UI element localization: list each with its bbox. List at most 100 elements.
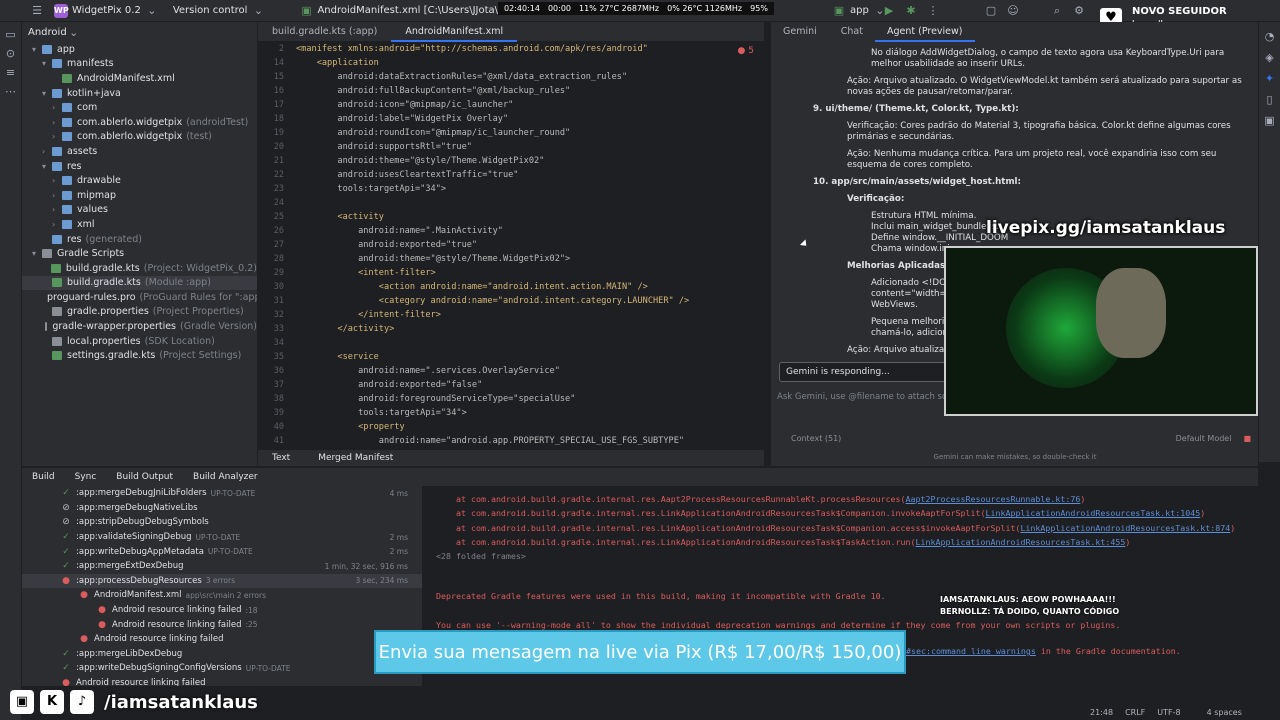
tree-item[interactable]: local.properties (SDK Location) [22,334,257,349]
run-icon[interactable]: ▶ [882,4,896,17]
build-task-row[interactable]: ✓:app:writeDebugAppMetadata UP-TO-DATE 2 m… [22,544,422,559]
stop-icon[interactable]: ■ [1243,434,1251,443]
cursor-position[interactable]: 21:48 [1090,708,1113,717]
chevron-icon[interactable]: ▾ [32,45,42,54]
context-button[interactable]: Context (51) [791,434,841,443]
build-task-row[interactable]: ⊘:app:mergeDebugNativeLibs [22,501,422,516]
structure-icon[interactable]: ≡ [4,66,18,79]
frame-link[interactable]: LinkApplicationAndroidResourcesTask.kt:4… [916,537,1126,547]
gemini-prompt-input[interactable]: Ask Gemini, use @filename to attach sour… [777,392,966,402]
doc-link[interactable]: #sec:command_line_warnings [906,646,1036,656]
build-task-row[interactable]: ● Android resource linking failed [22,632,422,647]
notifications-icon[interactable]: ◔ [1263,30,1277,43]
main-menu-icon[interactable]: ☰ [30,4,44,17]
tab-text[interactable]: Text [258,453,304,463]
build-task-row[interactable]: ✓:app:mergeDebugJniLibFolders UP-TO-DATE 4… [22,486,422,501]
tree-item[interactable]: gradle.properties (Project Properties) [22,305,257,320]
chevron-icon[interactable]: ▾ [42,59,52,68]
debug-icon[interactable]: ✱ [904,4,918,17]
tab-build[interactable]: Build [22,472,65,482]
tab-sync[interactable]: Sync [65,472,107,482]
profile-icon[interactable]: ☺ [1006,4,1020,17]
chevron-icon[interactable]: ▾ [42,89,52,98]
build-task-row[interactable]: ✓:app:mergeLibDexDebug [22,647,422,662]
project-selector[interactable]: WP WidgetPix 0.2 ⌄ [54,3,159,18]
code-area[interactable]: <manifest xmlns:android="http://schemas.… [296,42,756,448]
indent-setting[interactable]: 4 spaces [1207,708,1242,717]
device-manager-icon[interactable]: ▢ [984,4,998,17]
commit-icon[interactable]: ⊙ [4,47,18,60]
tab-build-output[interactable]: Build Output [106,472,183,482]
file-encoding[interactable]: UTF-8 [1157,708,1180,717]
run-config[interactable]: ▣ app ⌄ [832,4,887,17]
chevron-icon[interactable]: › [52,191,62,200]
code-line: android:label="WidgetPix Overlay" [296,114,509,124]
tree-item[interactable]: › drawable [22,173,257,188]
tree-item[interactable]: build.gradle.kts (Project: WidgetPix_0.2) [22,261,257,276]
build-task-row[interactable]: ✓:app:validateSigningDebug UP-TO-DATE 2 ms [22,530,422,545]
chevron-icon[interactable]: › [42,147,52,156]
chevron-icon[interactable]: ▾ [32,249,42,258]
tab-build-analyzer[interactable]: Build Analyzer [183,472,268,482]
tree-item[interactable]: proguard-rules.pro (ProGuard Rules for ":… [22,290,257,305]
build-task-row[interactable]: ● Android resource linking failed:18 [22,603,422,618]
chevron-icon[interactable]: › [52,205,62,214]
tree-item[interactable]: ▾ kotlin+java [22,86,257,101]
tree-item[interactable]: › com [22,100,257,115]
tree-item[interactable]: ▾ app [22,42,257,57]
chevron-icon[interactable]: › [52,103,62,112]
settings-icon[interactable]: ⚙ [1072,4,1086,17]
tree-item[interactable]: › com.ablerlo.widgetpix (test) [22,130,257,145]
tree-item[interactable]: build.gradle.kts (Module :app) [22,275,257,291]
tab-chat[interactable]: Chat [829,22,875,42]
more-tools-icon[interactable]: ⋯ [4,85,18,98]
tree-item[interactable]: AndroidManifest.xml [22,71,257,86]
model-selector[interactable]: Default Model [1176,434,1232,443]
file-icon [62,73,72,83]
tab-merged-manifest[interactable]: Merged Manifest [304,453,407,463]
tab-build-gradle[interactable]: build.gradle.kts (:app) [258,22,391,42]
tree-item[interactable]: › values [22,203,257,218]
build-task-row[interactable]: ● Android resource linking failed [22,676,422,686]
project-view-selector[interactable]: Android ⌄ [22,22,257,42]
chevron-icon[interactable]: ▾ [42,162,52,171]
tab-gemini[interactable]: Gemini [771,22,829,42]
tree-item[interactable]: › mipmap [22,188,257,203]
tree-item[interactable]: › assets [22,144,257,159]
line-separator[interactable]: CRLF [1125,708,1145,717]
tab-android-manifest[interactable]: AndroidManifest.xml [391,22,518,42]
tree-item[interactable]: settings.gradle.kts (Project Settings) [22,348,257,363]
chevron-icon[interactable]: › [52,132,62,141]
frame-link[interactable]: Aapt2ProcessResourcesRunnable.kt:76 [906,494,1081,504]
chevron-icon[interactable]: › [52,176,62,185]
build-task-note: UP-TO-DATE [195,532,241,542]
tree-item[interactable]: › xml [22,217,257,232]
running-devices-icon[interactable]: ▣ [1263,114,1277,127]
vcs-selector[interactable]: Version control ⌄ [173,4,266,17]
tree-item-hint: (SDK Location) [144,335,215,347]
build-task-row[interactable]: ✓:app:writeDebugSigningConfigVersions UP-… [22,661,422,676]
tree-item[interactable]: ▾ res [22,159,257,174]
build-task-row[interactable]: ⊘:app:stripDebugDebugSymbols [22,515,422,530]
frame-link[interactable]: LinkApplicationAndroidResourcesTask.kt:8… [1020,523,1230,533]
build-task-row[interactable]: ● AndroidManifest.xml app\src\main 2 error… [22,588,422,603]
gradle-icon[interactable]: ◈ [1263,51,1277,64]
build-task-row[interactable]: ✓:app:mergeExtDexDebug 1 min, 32 sec, 916… [22,559,422,574]
more-icon[interactable]: ⋮ [926,4,940,17]
tree-item[interactable]: ▾ manifests [22,57,257,72]
tree-item[interactable]: res (generated) [22,232,257,247]
build-task-row[interactable]: ● Android resource linking failed:25 [22,617,422,632]
tree-item[interactable]: gradle-wrapper.properties (Gradle Version… [22,319,257,334]
tree-item[interactable]: › com.ablerlo.widgetpix (androidTest) [22,115,257,130]
folded-frames[interactable]: <28 folded frames> [436,549,1236,563]
search-icon[interactable]: ⌕ [1050,4,1064,18]
tree-item[interactable]: ▾ Gradle Scripts [22,246,257,261]
tab-agent-preview[interactable]: Agent (Preview) [874,22,975,42]
chevron-icon[interactable]: › [52,220,62,229]
build-task-row[interactable]: ●:app:processDebugResources 3 errors 3 sec… [22,573,422,589]
frame-link[interactable]: LinkApplicationAndroidResourcesTask.kt:1… [985,508,1200,518]
chevron-icon[interactable]: › [52,118,62,127]
device-icon[interactable]: ▯ [1263,93,1277,106]
project-tool-icon[interactable]: ▭ [4,28,18,41]
gemini-icon[interactable]: ✦ [1263,72,1277,85]
